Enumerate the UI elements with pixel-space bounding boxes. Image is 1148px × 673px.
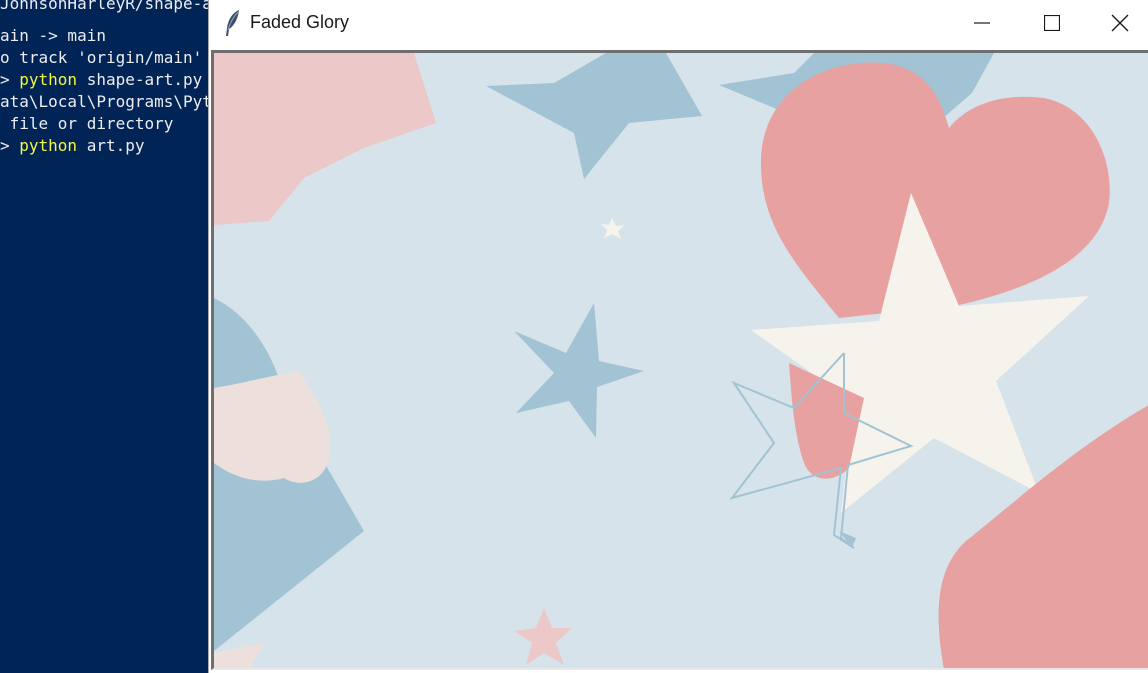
maximize-icon xyxy=(1044,15,1060,31)
maximize-button[interactable] xyxy=(1017,0,1087,46)
art-canvas[interactable] xyxy=(214,53,1148,670)
title-bar[interactable]: Faded Glory xyxy=(209,0,1148,46)
terminal-line-6: file or directory xyxy=(0,114,174,133)
drawing-canvas-frame xyxy=(211,50,1148,670)
close-icon xyxy=(1111,14,1129,32)
terminal-line-5: ata\Local\Programs\Pyt xyxy=(0,92,210,111)
close-button[interactable] xyxy=(1085,0,1148,46)
minimize-button[interactable] xyxy=(947,0,1017,46)
terminal-line-2: ain -> main xyxy=(0,26,106,45)
feather-icon xyxy=(226,10,239,36)
terminal-window: JohnsonHarleyR/shape-a ain -> main o tra… xyxy=(0,0,210,673)
terminal-line-3: o track 'origin/main' xyxy=(0,48,203,67)
minimize-icon xyxy=(974,22,990,24)
window-title: Faded Glory xyxy=(250,12,350,32)
terminal-line-7: > python art.py xyxy=(0,136,145,155)
terminal-line-1: JohnsonHarleyR/shape-a xyxy=(0,0,210,13)
terminal-line-4: > python shape-art.py xyxy=(0,70,203,89)
app-window: Faded Glory xyxy=(208,0,1148,673)
